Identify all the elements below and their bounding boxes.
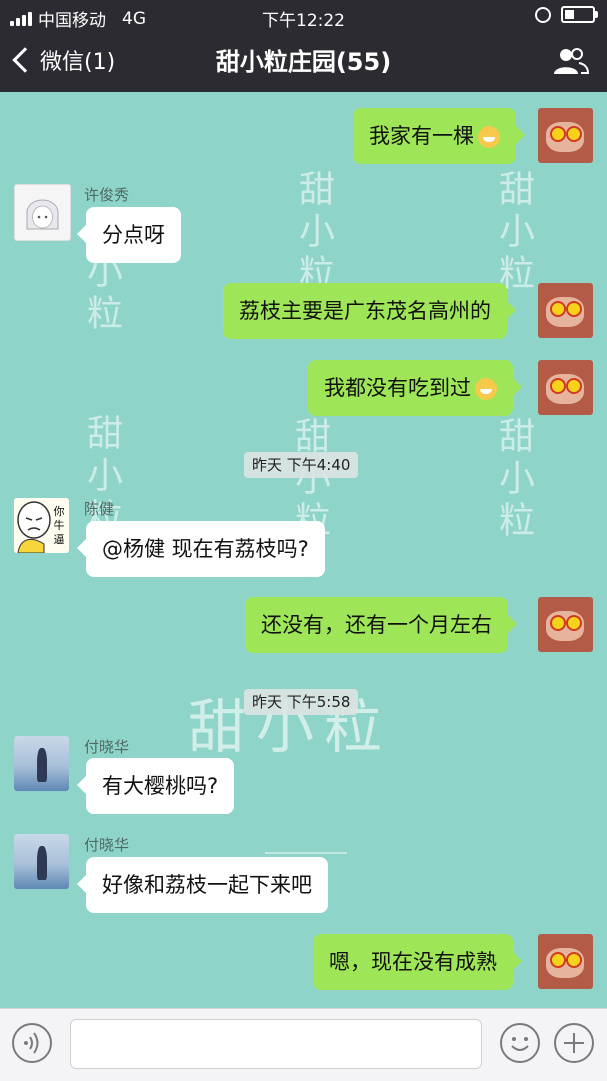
avatar[interactable] — [538, 934, 593, 989]
avatar[interactable] — [538, 283, 593, 338]
girl-avatar-icon — [26, 199, 59, 230]
emoji-button[interactable] — [500, 1023, 540, 1063]
avatar[interactable] — [14, 736, 69, 791]
avatar[interactable] — [538, 597, 593, 652]
sender-name: 付晓华 — [84, 738, 130, 756]
plus-button[interactable] — [554, 1023, 594, 1063]
alarm-icon — [535, 6, 551, 23]
watermark-text: 甜小粒 — [493, 170, 534, 296]
watermark-text: 甜小粒 — [293, 170, 334, 296]
chat-area[interactable]: 甜小粒 甜小粒 甜小粒 甜小粒 甜小粒 甜小粒 甜小粒 我家有一棵 许俊秀 分点… — [0, 92, 607, 1008]
message-text: @杨健 现在有荔枝吗? — [102, 537, 309, 561]
meme-face-icon: 你 牛 逼 — [14, 498, 69, 553]
voice-icon — [24, 1032, 39, 1054]
message-bubble[interactable]: 还没有，还有一个月左右 — [245, 597, 517, 653]
battery-icon — [561, 6, 598, 23]
group-members-icon[interactable] — [553, 46, 589, 76]
message-bubble[interactable]: 嗯，现在没有成熟 — [313, 934, 522, 990]
svg-text:牛: 牛 — [54, 518, 65, 532]
status-right — [535, 6, 598, 23]
nav-bar: 微信(1) 甜小粒庄园(55) — [0, 30, 607, 92]
status-bar: 中国移动 4G 下午12:22 — [0, 0, 607, 31]
avatar[interactable] — [538, 360, 593, 415]
message-text: 还没有，还有一个月左右 — [261, 613, 492, 637]
message-input[interactable] — [70, 1019, 482, 1069]
message-bubble[interactable]: 分点呀 — [77, 207, 181, 263]
watermark-line — [265, 852, 347, 854]
chat-title: 甜小粒庄园(55) — [215, 48, 392, 76]
svg-text:你: 你 — [54, 505, 65, 518]
timestamp: 昨天 下午5:58 — [244, 689, 359, 715]
message-bubble[interactable]: 荔枝主要是广东茂名高州的 — [223, 283, 516, 339]
sender-name: 许俊秀 — [84, 186, 130, 204]
watermark-text: 甜小粒 — [493, 417, 534, 543]
grinning-face-icon — [478, 126, 500, 148]
input-bar — [0, 1008, 607, 1081]
message-text: 分点呀 — [102, 223, 165, 247]
message-bubble[interactable]: @杨健 现在有荔枝吗? — [77, 521, 325, 577]
top-bar: 中国移动 4G 下午12:22 微信(1) 甜小粒庄园(55) — [0, 0, 607, 92]
message-text: 我都没有吃到过 — [324, 376, 471, 400]
svg-text:逼: 逼 — [54, 533, 65, 546]
avatar[interactable] — [14, 184, 71, 241]
voice-button[interactable] — [12, 1023, 52, 1063]
sender-name: 付晓华 — [84, 836, 130, 854]
message-text: 荔枝主要是广东茂名高州的 — [239, 299, 491, 323]
timestamp: 昨天 下午4:40 — [244, 452, 359, 478]
message-bubble[interactable]: 我都没有吃到过 — [308, 360, 522, 416]
message-bubble[interactable]: 有大樱桃吗? — [76, 758, 235, 814]
message-bubble[interactable]: 我家有一棵 — [353, 108, 525, 164]
message-text: 好像和荔枝一起下来吧 — [102, 873, 312, 897]
message-bubble[interactable]: 好像和荔枝一起下来吧 — [77, 857, 328, 913]
status-time: 下午12:22 — [262, 11, 345, 31]
crying-face-icon — [475, 378, 497, 400]
avatar[interactable] — [538, 108, 593, 163]
message-text: 我家有一棵 — [369, 124, 474, 148]
avatar[interactable]: 你 牛 逼 — [14, 498, 69, 553]
message-text: 有大樱桃吗? — [102, 774, 219, 798]
sender-name: 陈健 — [84, 500, 115, 518]
avatar[interactable] — [14, 834, 69, 889]
emoji-icon — [511, 1037, 529, 1051]
message-text: 嗯，现在没有成熟 — [329, 950, 497, 974]
